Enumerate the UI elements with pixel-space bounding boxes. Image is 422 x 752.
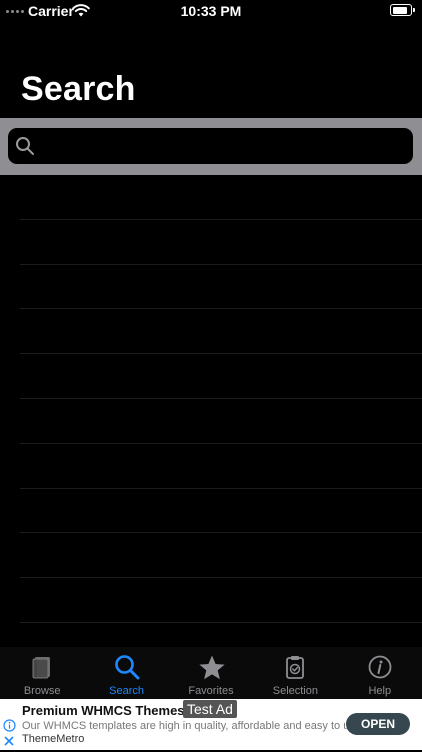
ad-advertiser: ThemeMetro [22,733,85,745]
tab-bar: Browse Search Favorites Selection Help [0,647,422,699]
tab-label: Help [368,685,392,697]
ad-title[interactable]: Premium WHMCS Themes [22,703,185,718]
tab-help[interactable]: Help [338,647,422,699]
list-item[interactable] [0,578,422,623]
tab-browse[interactable]: Browse [0,647,84,699]
list-item[interactable] [0,220,422,265]
battery-icon [390,4,415,16]
list-item[interactable] [0,533,422,578]
search-icon [15,136,35,161]
tab-selection[interactable]: Selection [253,647,337,699]
list-item[interactable] [0,175,422,220]
tab-label: Selection [272,685,318,697]
tab-favorites[interactable]: Favorites [169,647,253,699]
tab-label: Search [109,685,145,697]
list-item[interactable] [0,309,422,354]
clipboard-check-icon [282,654,308,680]
tab-label: Browse [23,685,61,697]
page-title: Search [21,70,136,108]
ad-banner[interactable]: Premium WHMCS Themes Test Ad Our WHMCS t… [0,699,422,750]
tab-search[interactable]: Search [84,647,168,699]
list-item[interactable] [0,399,422,444]
tab-label: Favorites [188,685,234,697]
open-button[interactable]: OPEN [346,713,410,735]
list-item[interactable] [0,489,422,534]
list-item[interactable] [0,265,422,310]
search-input[interactable] [42,128,406,166]
ad-description: Our WHMCS templates are high in quality,… [22,720,364,732]
info-icon [367,654,393,680]
book-icon [29,654,55,680]
result-list [0,175,422,623]
test-ad-badge: Test Ad [183,700,237,718]
search-icon [114,654,140,680]
list-item[interactable] [0,444,422,489]
list-item[interactable] [0,354,422,399]
status-time: 10:33 PM [180,3,242,19]
search-field[interactable] [8,128,413,166]
close-icon[interactable] [3,734,15,752]
search-bar [0,118,422,175]
star-icon [198,654,225,680]
status-bar: Carrier 10:33 PM [0,0,422,22]
